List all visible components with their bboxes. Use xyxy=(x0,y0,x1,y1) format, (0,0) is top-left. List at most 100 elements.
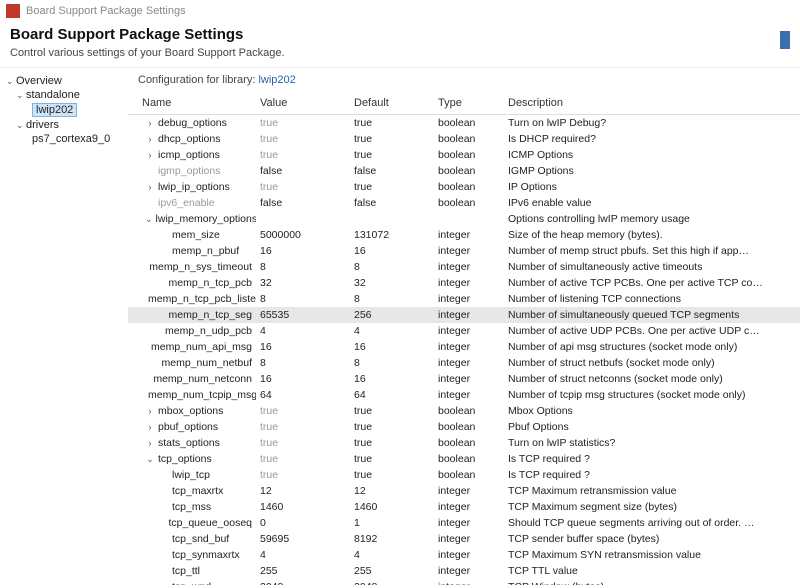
setting-default: 1460 xyxy=(350,500,434,514)
setting-row[interactable]: memp_n_pbuf1616integerNumber of memp str… xyxy=(128,243,800,259)
chevron-down-icon[interactable]: ⌄ xyxy=(145,214,153,225)
setting-row[interactable]: tcp_snd_buf596958192integerTCP sender bu… xyxy=(128,531,800,547)
setting-value[interactable]: 16 xyxy=(256,340,350,354)
setting-value[interactable]: true xyxy=(256,420,350,434)
tree-node-lwip[interactable]: lwip202 xyxy=(4,102,124,118)
setting-row[interactable]: memp_n_sys_timeout88integerNumber of sim… xyxy=(128,259,800,275)
setting-value[interactable]: 16 xyxy=(256,244,350,258)
setting-value[interactable] xyxy=(256,218,350,220)
tree-node-standalone[interactable]: ⌄ standalone xyxy=(4,88,124,102)
setting-value[interactable]: 32 xyxy=(256,276,350,290)
setting-row[interactable]: tcp_mss14601460integerTCP Maximum segmen… xyxy=(128,499,800,515)
setting-row[interactable]: ›dhcp_optionstruetruebooleanIs DHCP requ… xyxy=(128,131,800,147)
tree-node-overview[interactable]: ⌄ Overview xyxy=(4,74,124,88)
chevron-down-icon[interactable]: ⌄ xyxy=(16,120,26,131)
setting-value[interactable]: 12 xyxy=(256,484,350,498)
chevron-right-icon[interactable]: › xyxy=(145,150,155,160)
setting-value[interactable]: 59695 xyxy=(256,532,350,546)
col-value[interactable]: Value xyxy=(256,94,350,112)
setting-value[interactable]: 8 xyxy=(256,356,350,370)
chevron-down-icon[interactable]: ⌄ xyxy=(145,454,155,465)
setting-row[interactable]: memp_n_tcp_pcb3232integerNumber of activ… xyxy=(128,275,800,291)
setting-value[interactable]: true xyxy=(256,148,350,162)
setting-row[interactable]: memp_n_tcp_seg65535256integerNumber of s… xyxy=(128,307,800,323)
setting-row[interactable]: lwip_tcptruetruebooleanIs TCP required ? xyxy=(128,467,800,483)
setting-default: 8 xyxy=(350,260,434,274)
setting-default: 16 xyxy=(350,244,434,258)
setting-value[interactable]: 5000000 xyxy=(256,228,350,242)
setting-value[interactable]: 16 xyxy=(256,372,350,386)
chevron-right-icon[interactable]: › xyxy=(145,118,155,128)
setting-type: integer xyxy=(434,340,504,354)
setting-value[interactable]: true xyxy=(256,180,350,194)
nav-tree[interactable]: ⌄ Overview ⌄ standalone lwip202 ⌄ driver… xyxy=(0,68,128,585)
setting-row[interactable]: memp_num_netbuf88integerNumber of struct… xyxy=(128,355,800,371)
tree-node-cortex[interactable]: ps7_cortexa9_0 xyxy=(4,132,124,146)
library-link[interactable]: lwip202 xyxy=(258,74,295,86)
chevron-down-icon[interactable]: ⌄ xyxy=(16,90,26,101)
setting-value[interactable]: false xyxy=(256,196,350,210)
setting-type: integer xyxy=(434,580,504,585)
setting-value[interactable]: 65535 xyxy=(256,308,350,322)
setting-desc: Number of listening TCP connections xyxy=(504,292,770,306)
setting-value[interactable]: false xyxy=(256,164,350,178)
setting-value[interactable]: true xyxy=(256,404,350,418)
col-name[interactable]: Name xyxy=(138,94,256,112)
setting-value[interactable]: true xyxy=(256,132,350,146)
setting-row[interactable]: mem_size5000000131072integerSize of the … xyxy=(128,227,800,243)
chevron-right-icon[interactable]: › xyxy=(145,182,155,192)
setting-type: integer xyxy=(434,260,504,274)
setting-row[interactable]: ›lwip_ip_optionstruetruebooleanIP Option… xyxy=(128,179,800,195)
col-default[interactable]: Default xyxy=(350,94,434,112)
setting-row[interactable]: ›pbuf_optionstruetruebooleanPbuf Options xyxy=(128,419,800,435)
setting-desc: Number of struct netbufs (socket mode on… xyxy=(504,356,770,370)
chevron-right-icon[interactable]: › xyxy=(145,134,155,144)
setting-row[interactable]: ›stats_optionstruetruebooleanTurn on lwI… xyxy=(128,435,800,451)
setting-value[interactable]: 4 xyxy=(256,548,350,562)
setting-desc: TCP Maximum SYN retransmission value xyxy=(504,548,770,562)
setting-value[interactable]: 2048 xyxy=(256,580,350,585)
settings-grid: Name Value Default Type Description ›deb… xyxy=(128,92,800,585)
setting-row[interactable]: memp_num_api_msg1616integerNumber of api… xyxy=(128,339,800,355)
setting-value[interactable]: true xyxy=(256,468,350,482)
setting-desc: TCP Maximum segment size (bytes) xyxy=(504,500,770,514)
chevron-down-icon[interactable]: ⌄ xyxy=(6,76,16,87)
col-desc[interactable]: Description xyxy=(504,94,770,112)
setting-name: memp_num_tcpip_msg xyxy=(148,389,256,401)
setting-row[interactable]: ›icmp_optionstruetruebooleanICMP Options xyxy=(128,147,800,163)
setting-row[interactable]: ›mbox_optionstruetruebooleanMbox Options xyxy=(128,403,800,419)
setting-row[interactable]: tcp_maxrtx1212integerTCP Maximum retrans… xyxy=(128,483,800,499)
setting-value[interactable]: 0 xyxy=(256,516,350,530)
setting-row[interactable]: igmp_optionsfalsefalsebooleanIGMP Option… xyxy=(128,163,800,179)
setting-value[interactable]: 1460 xyxy=(256,500,350,514)
setting-row[interactable]: tcp_ttl255255integerTCP TTL value xyxy=(128,563,800,579)
setting-row[interactable]: ⌄lwip_memory_optionsOptions controlling … xyxy=(128,211,800,227)
setting-value[interactable]: 4 xyxy=(256,324,350,338)
grid-body[interactable]: ›debug_optionstruetruebooleanTurn on lwI… xyxy=(128,115,800,585)
setting-value[interactable]: true xyxy=(256,116,350,130)
chevron-right-icon[interactable]: › xyxy=(145,438,155,448)
chevron-right-icon[interactable]: › xyxy=(145,406,155,416)
setting-value[interactable]: 8 xyxy=(256,260,350,274)
setting-type: boolean xyxy=(434,164,504,178)
setting-row[interactable]: tcp_wnd20482048integerTCP Window (bytes) xyxy=(128,579,800,585)
setting-value[interactable]: 64 xyxy=(256,388,350,402)
setting-type: integer xyxy=(434,564,504,578)
setting-row[interactable]: tcp_synmaxrtx44integerTCP Maximum SYN re… xyxy=(128,547,800,563)
setting-row[interactable]: memp_num_netconn1616integerNumber of str… xyxy=(128,371,800,387)
setting-row[interactable]: ipv6_enablefalsefalsebooleanIPv6 enable … xyxy=(128,195,800,211)
setting-value[interactable]: 8 xyxy=(256,292,350,306)
setting-type: boolean xyxy=(434,148,504,162)
setting-value[interactable]: true xyxy=(256,436,350,450)
setting-row[interactable]: ⌄tcp_optionstruetruebooleanIs TCP requir… xyxy=(128,451,800,467)
col-type[interactable]: Type xyxy=(434,94,504,112)
setting-value[interactable]: 255 xyxy=(256,564,350,578)
tree-node-drivers[interactable]: ⌄ drivers xyxy=(4,118,124,132)
setting-row[interactable]: memp_n_udp_pcb44integerNumber of active … xyxy=(128,323,800,339)
setting-row[interactable]: memp_num_tcpip_msg6464integerNumber of t… xyxy=(128,387,800,403)
setting-value[interactable]: true xyxy=(256,452,350,466)
chevron-right-icon[interactable]: › xyxy=(145,422,155,432)
setting-row[interactable]: tcp_queue_ooseq01integerShould TCP queue… xyxy=(128,515,800,531)
setting-row[interactable]: ›debug_optionstruetruebooleanTurn on lwI… xyxy=(128,115,800,131)
setting-row[interactable]: memp_n_tcp_pcb_listen88integerNumber of … xyxy=(128,291,800,307)
